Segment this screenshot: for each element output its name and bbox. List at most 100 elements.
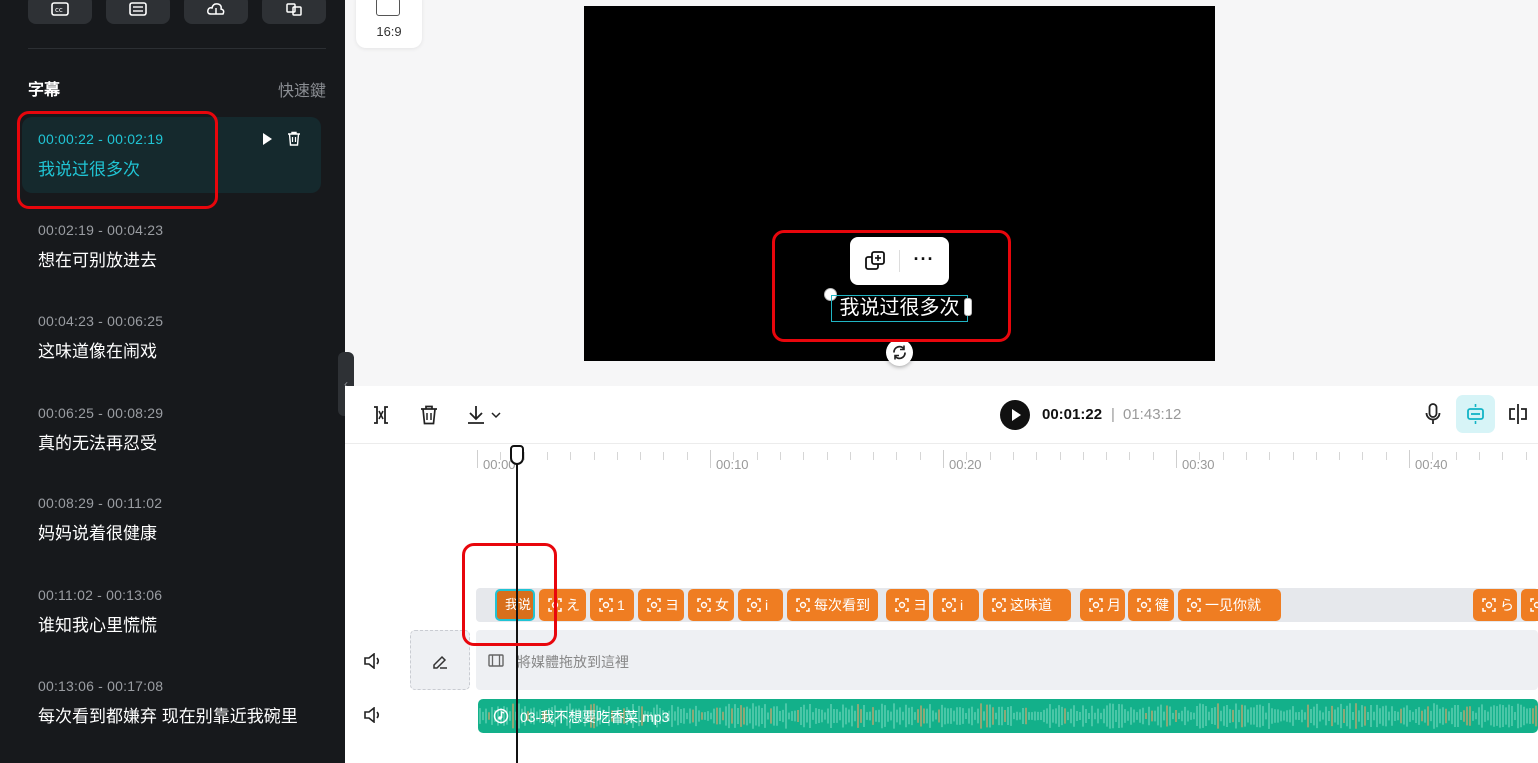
subtitle-clip[interactable]: ヨ (638, 589, 684, 621)
ruler-minor-tick (966, 452, 967, 460)
tool-button-1[interactable]: cc (28, 0, 92, 24)
timeline-play-button[interactable] (1000, 400, 1030, 430)
aspect-ratio-button[interactable]: 16:9 (356, 0, 422, 48)
clip-label: ら (1500, 597, 1514, 613)
ruler-minor-tick (500, 452, 501, 460)
subtitle-heading: 字幕 (28, 82, 61, 99)
playhead-handle[interactable] (510, 445, 524, 465)
split-view-icon[interactable] (1507, 403, 1529, 425)
rotate-button[interactable] (886, 339, 913, 366)
edit-pencil-icon (433, 655, 447, 669)
ruler-minor-tick (1060, 452, 1061, 460)
timeline-toolbar: 00:01:22 | 01:43:12 (345, 386, 1538, 444)
ruler-minor-tick (570, 452, 571, 460)
clip-label: 这味道 (1010, 597, 1052, 613)
subtitle-clip[interactable]: 每次看到 (787, 589, 878, 621)
subtitle-item-7[interactable]: 00:13:06 - 00:17:08 每次看到都嫌弃 现在别靠近我碗里 (22, 664, 321, 740)
ruler-minor-tick (594, 452, 595, 460)
ruler-minor-tick (990, 452, 991, 460)
ruler-minor-tick (524, 452, 525, 460)
caption-clip-icon (747, 598, 761, 613)
subtitle-item-4[interactable]: 00:06:25 - 00:08:29 真的无法再忍受 (22, 391, 321, 467)
auto-caption-button[interactable] (1456, 395, 1495, 433)
download-dropdown-icon[interactable] (466, 404, 504, 426)
caption-clip-icon (647, 598, 661, 613)
subtitle-clip[interactable]: 女 (688, 589, 734, 621)
tool-button-2[interactable] (106, 0, 170, 24)
caption-clip-icon (1482, 598, 1496, 613)
subtitle-clip[interactable]: 徤 (1128, 589, 1174, 621)
clip-label: 每次看到 (814, 597, 870, 613)
subtitle-clip[interactable]: i (933, 589, 979, 621)
subtitle-clip[interactable]: i (738, 589, 783, 621)
delete-icon[interactable] (420, 405, 438, 425)
subtitle-clip[interactable]: ら (1473, 589, 1517, 621)
audio-track[interactable]: 03-我不想要吃香菜.mp3 (478, 699, 1538, 733)
ruler-major-tick (943, 450, 944, 468)
caption-clip-icon (992, 598, 1006, 613)
caption-icon: cc (51, 2, 69, 16)
audio-track-label: 03-我不想要吃香菜.mp3 (520, 709, 670, 725)
music-note-icon (493, 708, 509, 724)
ruler-minor-tick (827, 452, 828, 460)
ruler-minor-tick (1106, 452, 1107, 460)
ruler-minor-tick (1316, 452, 1317, 460)
subtitle-time: 00:13:06 - 00:17:08 (38, 678, 164, 694)
media-edit-button[interactable] (410, 630, 470, 690)
split-clip-icon[interactable] (372, 405, 390, 425)
caption-clip-icon (599, 598, 613, 613)
caption-clip-icon (895, 598, 909, 613)
ruler-minor-tick (1129, 452, 1130, 460)
tool-button-3[interactable] (184, 0, 248, 24)
subtitle-clip[interactable]: ヨ (886, 589, 929, 621)
audio-volume-icon[interactable] (363, 707, 383, 723)
subtitle-clip[interactable]: 1 (590, 589, 634, 621)
subtitle-item-2[interactable]: 00:02:19 - 00:04:23 想在可别放进去 (22, 208, 321, 284)
subtitle-text[interactable]: 这味道像在闹戏 (38, 337, 157, 362)
play-icon[interactable] (260, 132, 274, 146)
ruler-minor-tick (1526, 452, 1527, 460)
ruler-minor-tick (617, 452, 618, 460)
subtitle-clip[interactable]: 一见你就 (1178, 589, 1281, 621)
ruler-minor-tick (803, 452, 804, 460)
annotation-highlight-sidebar (17, 111, 218, 209)
film-icon (488, 654, 504, 667)
subtitle-item-6[interactable]: 00:11:02 - 00:13:06 谁知我心里慌慌 (22, 573, 321, 649)
ruler-minor-tick (780, 452, 781, 460)
subtitle-text[interactable]: 谁知我心里慌慌 (38, 611, 157, 636)
tool-button-4[interactable] (262, 0, 326, 24)
subtitle-clip[interactable]: 这味道 (983, 589, 1071, 621)
subtitle-text[interactable]: 想在可别放进去 (38, 246, 157, 271)
trash-icon[interactable] (287, 131, 301, 146)
subtitle-text[interactable]: 每次看到都嫌弃 现在别靠近我碗里 (38, 702, 298, 727)
ruler-minor-tick (640, 452, 641, 460)
ruler-minor-tick (1502, 452, 1503, 460)
ruler-minor-tick (920, 452, 921, 460)
volume-icon[interactable] (363, 653, 383, 669)
ruler-minor-tick (1083, 452, 1084, 460)
cloud-upload-icon (207, 3, 225, 15)
subtitle-item-5[interactable]: 00:08:29 - 00:11:02 妈妈说着很健康 (22, 481, 321, 557)
shortcut-link[interactable]: 快速鍵 (278, 77, 326, 101)
ruler-minor-tick (1432, 452, 1433, 460)
clip-label: 一见你就 (1205, 597, 1261, 613)
subtitle-text[interactable]: 真的无法再忍受 (38, 429, 157, 454)
ai-subtitle-icon (1467, 404, 1484, 424)
subtitle-track[interactable]: 我说 え 1 ヨ 女 i 每次看到 ヨ i 这味道 月 徤 一见你就 ら (476, 588, 1538, 622)
ruler-minor-tick (1269, 452, 1270, 460)
subtitle-item-3[interactable]: 00:04:23 - 00:06:25 这味道像在闹戏 (22, 299, 321, 375)
ruler-minor-tick (850, 452, 851, 460)
annotation-highlight-preview (772, 230, 1011, 342)
ruler-minor-tick (1386, 452, 1387, 460)
current-time: 00:01:22 (1042, 406, 1103, 423)
subtitle-text[interactable]: 妈妈说着很健康 (38, 519, 157, 544)
ruler-minor-tick (1013, 452, 1014, 460)
media-drop-track[interactable] (476, 630, 1538, 690)
clip-label: え (566, 597, 580, 613)
ruler-minor-tick (1479, 452, 1480, 460)
ruler-minor-tick (1199, 452, 1200, 460)
microphone-icon[interactable] (1425, 403, 1441, 425)
subtitle-clip[interactable]: 月 (1080, 589, 1125, 621)
subtitle-clip[interactable] (1521, 589, 1538, 621)
caption-clip-icon (796, 598, 810, 613)
